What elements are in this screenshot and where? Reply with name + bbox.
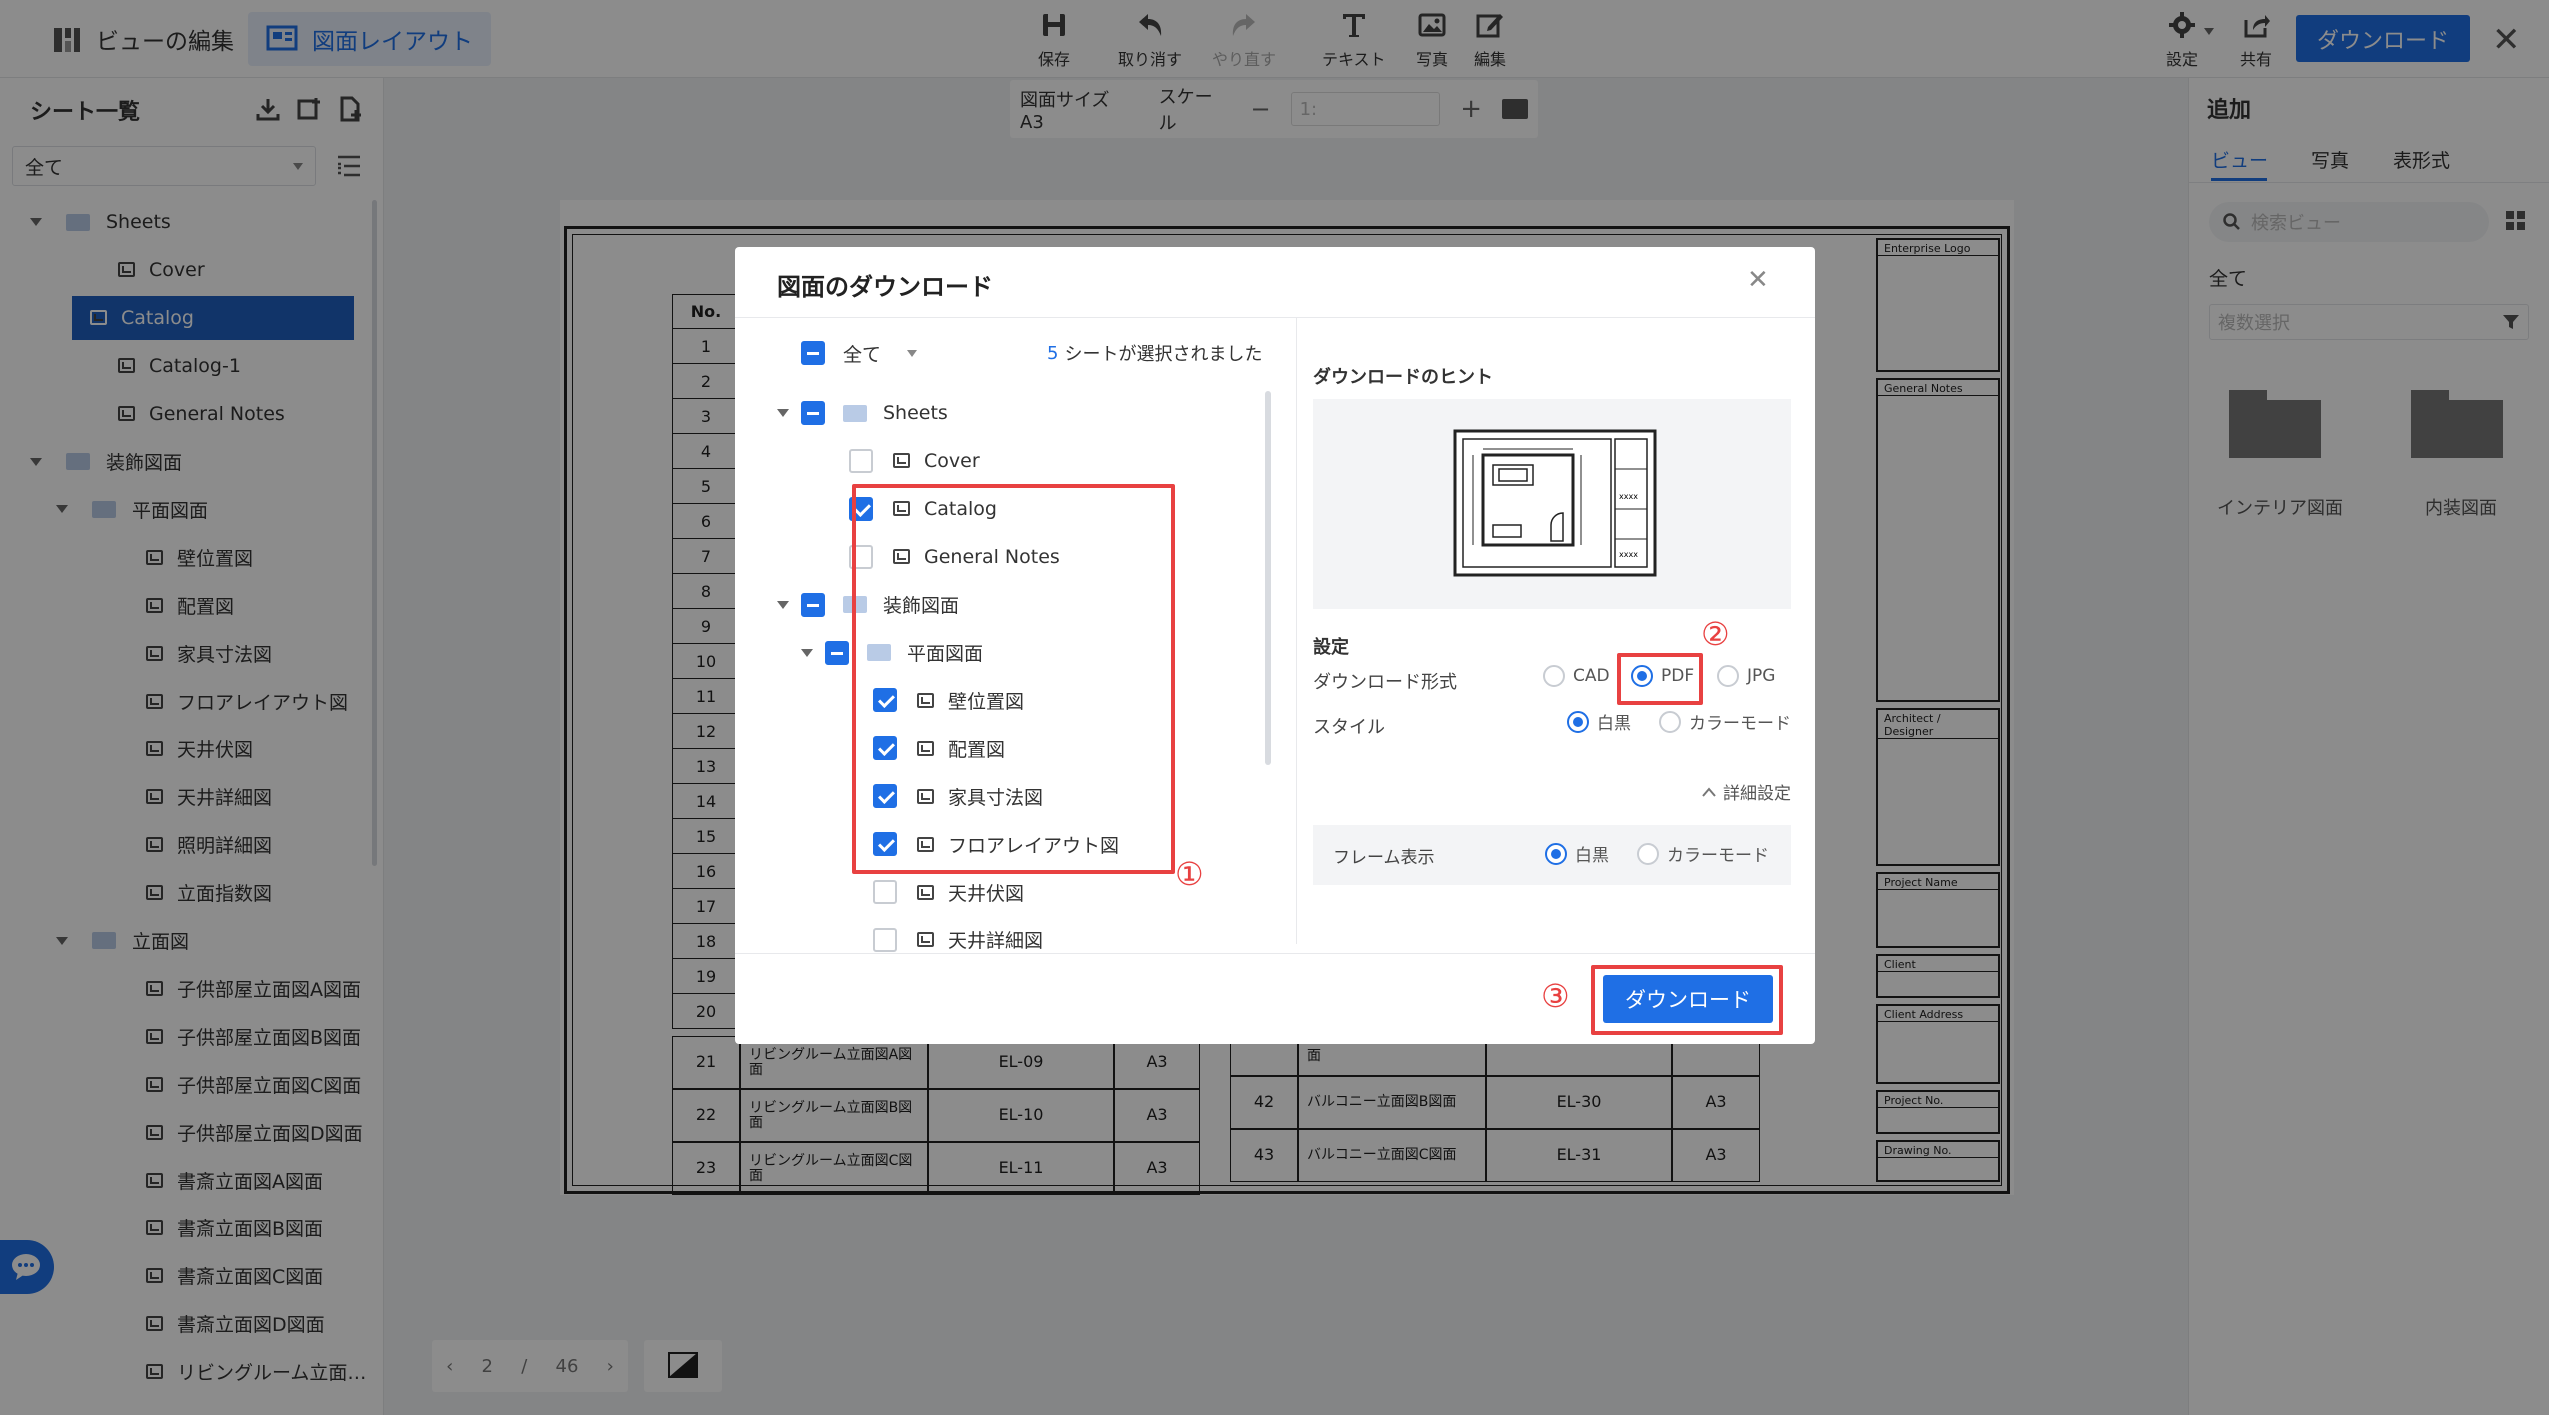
chevron-down-icon[interactable] [907, 349, 918, 357]
download-tree-item[interactable]: 天井伏図 [873, 870, 1024, 914]
style-bw-option[interactable]: 白黒 [1567, 709, 1631, 734]
expand-caret-icon[interactable] [777, 409, 789, 417]
style-color-option[interactable]: カラーモード [1659, 709, 1791, 734]
folder-icon [843, 404, 867, 422]
frame-color-radio[interactable] [1637, 842, 1659, 865]
format-jpg-option[interactable]: JPG [1717, 665, 1775, 687]
sheet-checkbox[interactable] [825, 640, 849, 665]
dialog-column-divider [1296, 317, 1297, 944]
select-all-checkbox[interactable] [801, 341, 825, 365]
expand-caret-icon[interactable] [777, 600, 789, 609]
annotation-box-1 [852, 484, 1175, 874]
download-hint-preview: xxxx xxxx [1313, 399, 1791, 609]
sheet-checkbox[interactable] [873, 927, 897, 952]
format-cad-radio[interactable] [1543, 665, 1565, 687]
style-color-label: カラーモード [1689, 714, 1791, 734]
sheet-checkbox[interactable] [873, 880, 897, 904]
sheet-icon [893, 453, 910, 469]
format-label: ダウンロード形式 [1313, 672, 1457, 693]
dialog-close-icon[interactable]: ✕ [1747, 265, 1769, 295]
sheet-checkbox[interactable] [801, 401, 825, 425]
select-all-label: 全て [843, 343, 882, 366]
frame-color-option[interactable]: カラーモード [1637, 841, 1769, 866]
annotation-box-2 [1617, 653, 1703, 705]
frame-label: フレーム表示 [1333, 848, 1435, 868]
sheet-checkbox[interactable] [801, 592, 825, 617]
format-jpg-label: JPG [1747, 666, 1776, 686]
advanced-settings-label: 詳細設定 [1723, 784, 1791, 804]
hint-title: ダウンロードのヒント [1313, 367, 1493, 388]
frame-bw-radio[interactable] [1545, 842, 1567, 865]
download-tree-folder[interactable]: Sheets [777, 391, 948, 435]
advanced-settings-toggle[interactable]: 詳細設定 [1701, 779, 1791, 804]
download-tree-item[interactable]: 天井詳細図 [873, 918, 1043, 962]
selected-count-suffix: シートが選択されました [1064, 344, 1263, 365]
download-tree-label: 天井詳細図 [948, 930, 1044, 953]
frame-color-label: カラーモード [1667, 846, 1769, 866]
dialog-header-divider [735, 317, 1815, 318]
expand-caret-icon[interactable] [801, 648, 813, 657]
annotation-box-3 [1591, 965, 1783, 1035]
download-tree-label: 天井伏図 [948, 882, 1025, 905]
settings-title: 設定 [1313, 637, 1349, 658]
frame-display-row: フレーム表示 白黒 カラーモード [1313, 825, 1791, 885]
download-tree-item[interactable]: Cover [849, 439, 980, 483]
selected-count: 5 シートが選択されました [1047, 331, 1262, 375]
style-label: スタイル [1313, 717, 1385, 738]
svg-text:xxxx: xxxx [1619, 550, 1638, 559]
svg-text:xxxx: xxxx [1619, 492, 1638, 501]
sheet-checkbox[interactable] [849, 448, 873, 473]
frame-bw-label: 白黒 [1575, 846, 1609, 866]
frame-bw-option[interactable]: 白黒 [1545, 841, 1609, 866]
dialog-footer-divider [735, 953, 1815, 954]
annotation-number-2: ② [1701, 615, 1730, 653]
style-bw-label: 白黒 [1597, 714, 1631, 734]
floorplan-illustration: xxxx xxxx [1453, 429, 1657, 577]
tree-scrollbar[interactable] [1265, 391, 1271, 765]
annotation-number-1: ① [1175, 855, 1204, 893]
select-all-row[interactable]: 全て [801, 331, 918, 375]
dialog-title: 図面のダウンロード [777, 273, 993, 301]
format-cad-label: CAD [1573, 666, 1610, 686]
download-tree-label: Cover [924, 449, 980, 472]
style-bw-radio[interactable] [1567, 710, 1589, 733]
format-cad-option[interactable]: CAD [1543, 665, 1610, 687]
sheet-icon [917, 932, 934, 948]
annotation-number-3: ③ [1541, 977, 1570, 1015]
download-dialog: 図面のダウンロード ✕ 全て 5 シートが選択されました Sheets Cover… [735, 247, 1815, 1044]
sheet-icon [917, 884, 934, 900]
selected-count-number: 5 [1047, 342, 1059, 364]
format-jpg-radio[interactable] [1717, 665, 1739, 687]
style-color-radio[interactable] [1659, 710, 1681, 733]
chevron-up-icon [1702, 786, 1716, 797]
download-tree-label: Sheets [883, 402, 948, 424]
